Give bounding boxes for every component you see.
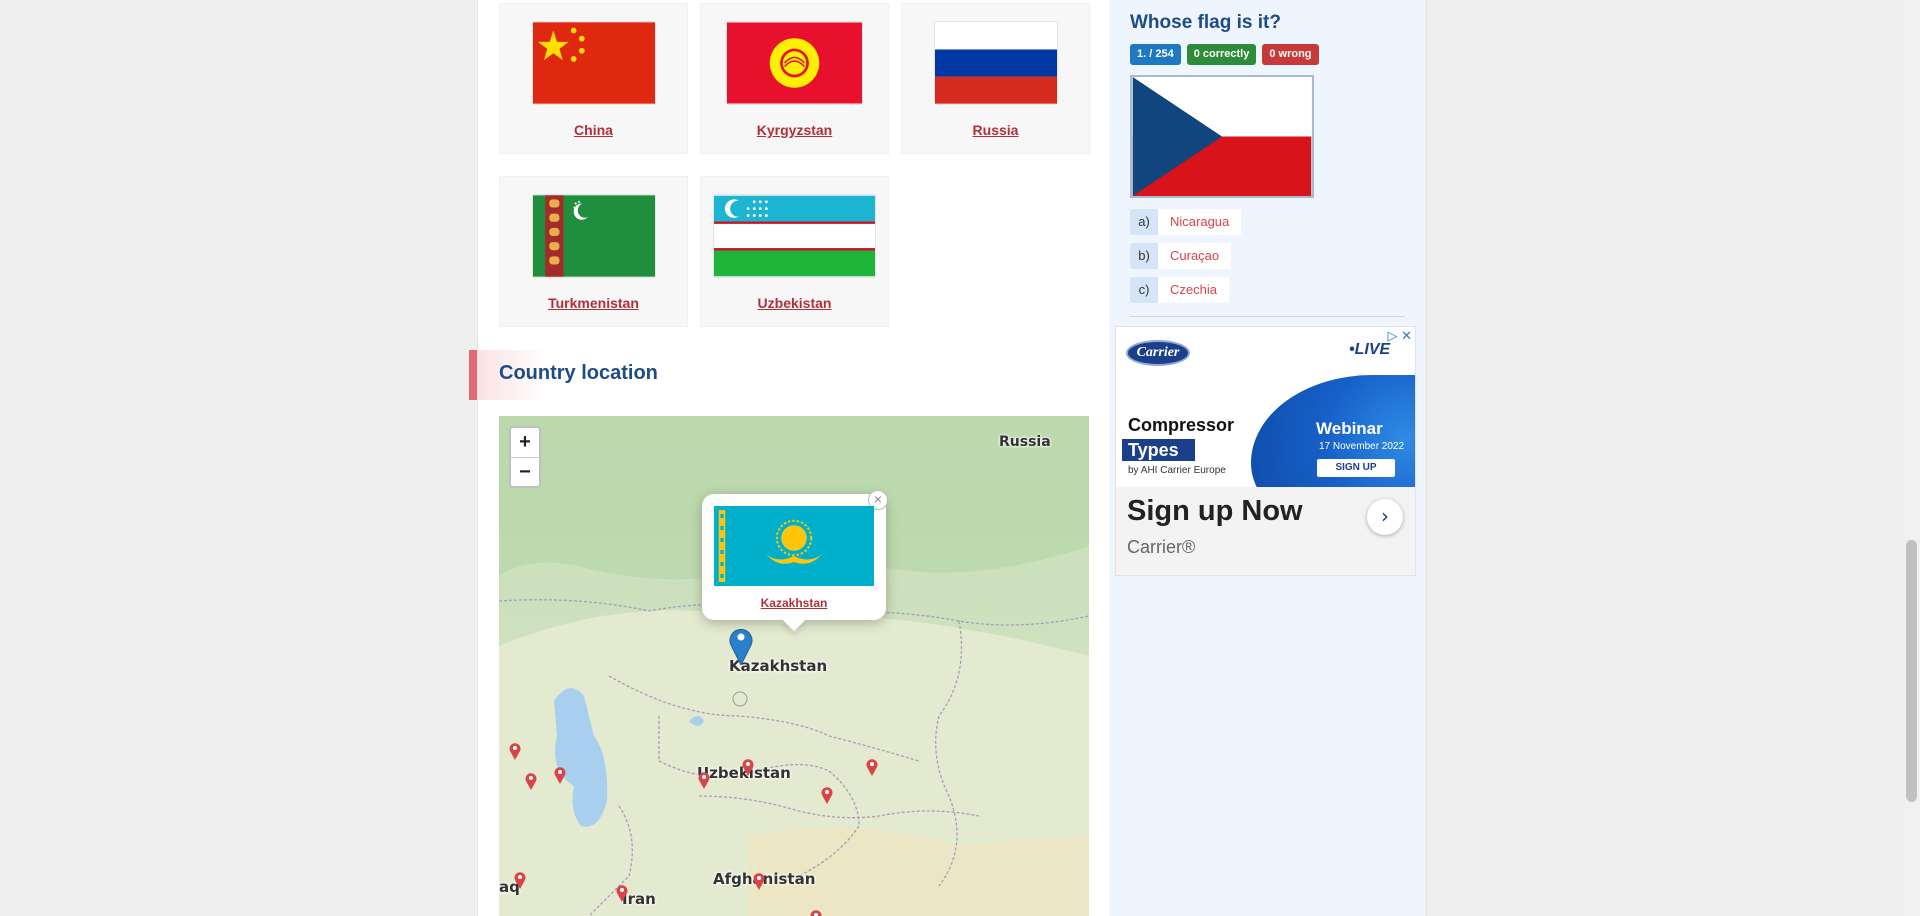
answer-letter: a): [1130, 209, 1158, 235]
ad-cta-text[interactable]: Sign up Now: [1127, 495, 1303, 528]
answer-text[interactable]: Czechia: [1158, 277, 1229, 303]
country-popup: × Kazakhstan: [702, 490, 888, 632]
answer-letter: b): [1130, 243, 1158, 269]
heading-accent-bar: [469, 350, 477, 400]
map-marker-red[interactable]: [698, 771, 710, 789]
ad-live-label: •LIVE: [1349, 341, 1391, 358]
map-marker-red[interactable]: [753, 872, 765, 890]
quiz-flag-image: [1130, 75, 1314, 198]
ad-footer[interactable]: Sign up Now Carrier® ›: [1116, 487, 1415, 575]
ad-byline: by AHI Carrier Europe: [1128, 465, 1226, 476]
ad-signup-button[interactable]: SIGN UP: [1317, 459, 1395, 477]
neighbour-card-russia[interactable]: Russia: [901, 3, 1090, 154]
advertisement[interactable]: Carrier •LIVE ▷ ✕ Webinar 17 November 20…: [1115, 326, 1416, 576]
map-marker-red[interactable]: [742, 758, 754, 776]
zoom-out-button[interactable]: −: [511, 457, 539, 486]
neighbour-name[interactable]: Kyrgyzstan: [701, 122, 888, 138]
kyrgyzstan-flag: [727, 22, 862, 104]
ad-advertiser-name: Carrier®: [1127, 537, 1196, 557]
map-marker-red[interactable]: [525, 772, 537, 790]
map-marker-red[interactable]: [509, 742, 521, 760]
map-marker-red[interactable]: [821, 786, 833, 804]
map-marker-red[interactable]: [554, 766, 566, 784]
quiz-title[interactable]: Whose flag is it?: [1130, 12, 1281, 34]
answer-text[interactable]: Curaçao: [1158, 243, 1232, 269]
neighbour-name[interactable]: Uzbekistan: [701, 295, 888, 311]
turkmenistan-flag: [533, 195, 655, 277]
neighbour-name[interactable]: Russia: [902, 122, 1089, 138]
wrong-badge: 0 wrong: [1262, 44, 1319, 65]
uzbekistan-flag: [714, 195, 875, 277]
map-marker-red[interactable]: [514, 871, 526, 889]
map-marker-selected[interactable]: [728, 625, 754, 665]
correct-badge: 0 correctly: [1186, 44, 1257, 65]
neighbour-card-turkmenistan[interactable]: Turkmenistan: [499, 176, 688, 327]
chevron-right-icon[interactable]: ›: [1367, 499, 1403, 535]
ad-brand-logo: Carrier: [1126, 340, 1190, 366]
map-marker-red[interactable]: [866, 758, 878, 776]
ad-headline: Compressor: [1128, 415, 1235, 435]
answer-option-c[interactable]: c) Czechia: [1130, 277, 1229, 303]
country-location-heading: Country location: [469, 350, 1009, 400]
answer-option-b[interactable]: b) Curaçao: [1130, 243, 1232, 269]
ad-webinar-text: Webinar: [1316, 419, 1383, 438]
zoom-control: + −: [509, 426, 541, 488]
kazakhstan-flag: [714, 506, 874, 586]
popup-country-link[interactable]: Kazakhstan: [702, 596, 886, 610]
map-label-russia: Russia: [999, 434, 1051, 450]
neighbour-card-kyrgyzstan[interactable]: Kyrgyzstan: [700, 3, 889, 154]
neighbour-card-uzbekistan[interactable]: Uzbekistan: [700, 176, 889, 327]
progress-badge: 1. / 254: [1130, 44, 1181, 65]
ad-headline-highlight: Types: [1122, 439, 1195, 461]
sidebar-divider: [1130, 316, 1405, 317]
answer-option-a[interactable]: a) Nicaragua: [1130, 209, 1242, 235]
map-marker-red[interactable]: [810, 909, 822, 916]
russia-flag: [935, 22, 1057, 104]
map-marker-red[interactable]: [616, 884, 628, 902]
ad-close-icon[interactable]: ▷ ✕: [1387, 328, 1412, 344]
ad-date-text: 17 November 2022: [1319, 441, 1405, 452]
answer-letter: c): [1130, 277, 1158, 303]
answer-text[interactable]: Nicaragua: [1158, 209, 1242, 235]
page-scrollbar[interactable]: [1903, 0, 1920, 916]
scrollbar-thumb[interactable]: [1906, 540, 1917, 802]
quiz-score-badges: 1. / 254 0 correctly 0 wrong: [1130, 44, 1319, 65]
neighbour-card-china[interactable]: China: [499, 3, 688, 154]
neighbour-name[interactable]: Turkmenistan: [500, 295, 687, 311]
china-flag: [533, 22, 655, 104]
section-title-text: Country location: [499, 362, 658, 384]
zoom-in-button[interactable]: +: [511, 428, 539, 457]
quiz-sidebar: Whose flag is it? 1. / 254 0 correctly 0…: [1109, 0, 1426, 916]
country-map[interactable]: + − Russia Kazakhstan Uzbekistan Afghani…: [499, 416, 1089, 916]
neighbour-name[interactable]: China: [500, 122, 687, 138]
